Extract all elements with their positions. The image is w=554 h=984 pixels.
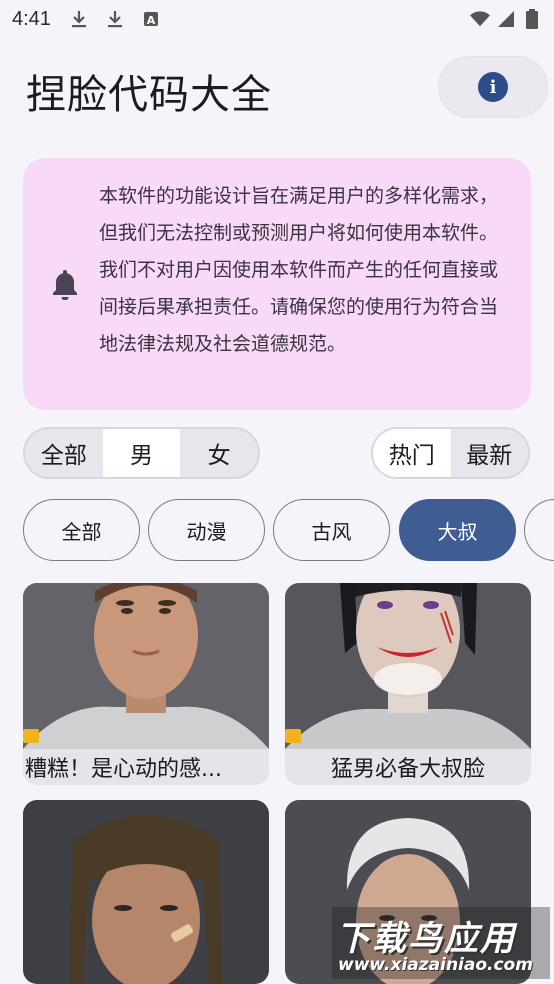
- sort-option-hot[interactable]: 热门: [373, 429, 451, 477]
- card-caption: 糟糕！是心动的感...: [23, 749, 269, 785]
- download-icon: [105, 9, 125, 29]
- category-chips: 全部 动漫 古风 大叔: [23, 499, 554, 563]
- wifi-icon: [470, 9, 490, 29]
- disclaimer-card: 本软件的功能设计旨在满足用户的多样化需求，但我们无法控制或预测用户将如何使用本软…: [23, 158, 531, 410]
- battery-icon: [522, 9, 542, 29]
- watermark-title: 下载鸟应用: [336, 919, 516, 959]
- chip-uncle[interactable]: 大叔: [399, 499, 516, 561]
- system-icons: [470, 9, 542, 29]
- face-card[interactable]: 糟糕！是心动的感...: [23, 583, 269, 785]
- sort-option-latest[interactable]: 最新: [451, 429, 529, 477]
- face-thumbnail: [23, 800, 269, 984]
- card-caption: 猛男必备大叔脸: [285, 749, 531, 785]
- chip-more[interactable]: [524, 499, 554, 561]
- signal-icon: [496, 9, 516, 29]
- status-time: 4:41: [12, 7, 51, 30]
- face-thumbnail: [285, 583, 531, 749]
- gender-option-all[interactable]: 全部: [25, 429, 103, 477]
- vip-badge: [285, 729, 301, 743]
- face-thumbnail: [23, 583, 269, 749]
- gender-filter: 全部 男 女: [23, 427, 260, 479]
- notification-icons: A: [69, 9, 161, 29]
- vip-badge: [23, 729, 39, 743]
- sort-filter: 热门 最新: [371, 427, 530, 479]
- watermark: 下载鸟应用 www.xiazainiao.com: [332, 907, 550, 979]
- gender-option-male[interactable]: 男: [102, 429, 181, 477]
- svg-text:A: A: [147, 14, 156, 27]
- font-icon: A: [141, 9, 161, 29]
- info-button[interactable]: i: [438, 56, 548, 118]
- face-card[interactable]: [23, 800, 269, 984]
- gender-option-female[interactable]: 女: [180, 429, 258, 477]
- watermark-url: www.xiazainiao.com: [338, 955, 533, 975]
- disclaimer-text: 本软件的功能设计旨在满足用户的多样化需求，但我们无法控制或预测用户将如何使用本软…: [99, 185, 499, 355]
- chip-ancient[interactable]: 古风: [273, 499, 390, 561]
- chip-all[interactable]: 全部: [23, 499, 140, 561]
- page-title: 捏脸代码大全: [26, 72, 272, 118]
- chip-anime[interactable]: 动漫: [148, 499, 265, 561]
- info-icon: i: [478, 72, 508, 102]
- bell-icon: [51, 268, 79, 301]
- download-icon: [69, 9, 89, 29]
- status-bar: 4:41 A: [0, 0, 554, 38]
- face-card[interactable]: 猛男必备大叔脸: [285, 583, 531, 785]
